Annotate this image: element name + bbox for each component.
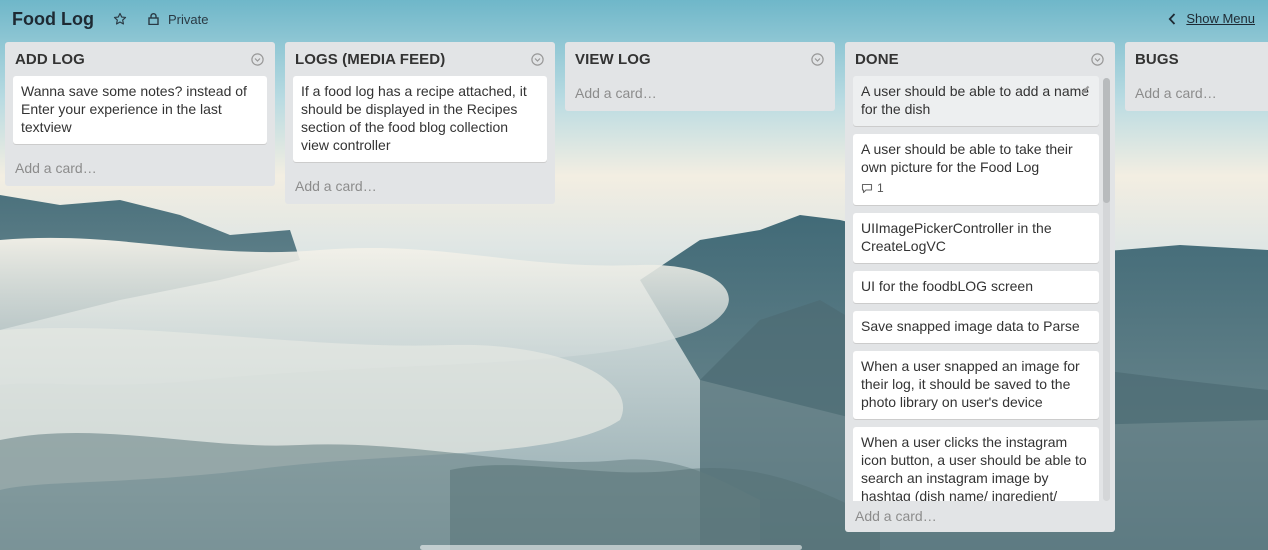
- card-text: If a food log has a recipe attached, it …: [301, 83, 527, 153]
- card-text: A user should be able to take their own …: [861, 141, 1073, 175]
- list-header: LOGS (MEDIA FEED): [285, 42, 555, 76]
- add-card-button[interactable]: Add a card…: [565, 76, 835, 111]
- card[interactable]: Save snapped image data to Parse: [853, 311, 1099, 343]
- card-text: UIImagePickerController in the CreateLog…: [861, 220, 1052, 254]
- card-list: A user should be able to add a name for …: [845, 76, 1115, 501]
- scrollbar-thumb[interactable]: [1103, 78, 1110, 203]
- list-menu-icon[interactable]: [251, 53, 264, 66]
- card-text: Save snapped image data to Parse: [861, 318, 1080, 334]
- card-text: When a user snapped an image for their l…: [861, 358, 1080, 410]
- list-header: VIEW LOG: [565, 42, 835, 76]
- list-scrollbar[interactable]: [1103, 78, 1110, 501]
- list-title[interactable]: ADD LOG: [15, 51, 85, 68]
- card-list: If a food log has a recipe attached, it …: [285, 76, 555, 162]
- list-header: ADD LOG: [5, 42, 275, 76]
- list-title[interactable]: BUGS: [1135, 51, 1179, 68]
- list-menu-icon[interactable]: [1091, 53, 1104, 66]
- board-title[interactable]: Food Log: [12, 9, 94, 30]
- add-card-button[interactable]: Add a card…: [5, 152, 275, 186]
- card-text: A user should be able to add a name for …: [861, 83, 1090, 117]
- add-card-button[interactable]: Add a card…: [845, 501, 1115, 532]
- card[interactable]: Wanna save some notes? instead of Enter …: [13, 76, 267, 144]
- list-menu-icon[interactable]: [811, 53, 824, 66]
- list-menu-icon[interactable]: [531, 53, 544, 66]
- card[interactable]: A user should be able to add a name for …: [853, 76, 1099, 126]
- list-done: DONE A user should be able to add a name…: [845, 42, 1115, 532]
- card[interactable]: If a food log has a recipe attached, it …: [293, 76, 547, 162]
- add-card-button[interactable]: Add a card…: [1125, 76, 1268, 111]
- comment-badge: 1: [861, 179, 1091, 197]
- card-list: Wanna save some notes? instead of Enter …: [5, 76, 275, 144]
- comment-icon: [861, 183, 873, 194]
- star-icon[interactable]: [112, 11, 128, 27]
- privacy-label: Private: [167, 11, 209, 27]
- list-title[interactable]: LOGS (MEDIA FEED): [295, 51, 445, 68]
- card-text: UI for the foodbLOG screen: [861, 278, 1033, 294]
- card[interactable]: UIImagePickerController in the CreateLog…: [853, 213, 1099, 263]
- privacy-toggle[interactable]: Private: [148, 12, 208, 27]
- pencil-icon[interactable]: [1080, 84, 1091, 95]
- board-horizontal-scrollbar[interactable]: [420, 545, 802, 550]
- board-header: Food Log Private Show Menu: [0, 0, 1268, 38]
- list-add-log: ADD LOG Wanna save some notes? instead o…: [5, 42, 275, 186]
- list-header: BUGS: [1125, 42, 1268, 76]
- card-text: When a user clicks the instagram icon bu…: [861, 434, 1087, 501]
- list-title[interactable]: VIEW LOG: [575, 51, 651, 68]
- card[interactable]: A user should be able to take their own …: [853, 134, 1099, 205]
- list-header: DONE: [845, 42, 1115, 76]
- list-title[interactable]: DONE: [855, 51, 899, 68]
- card[interactable]: UI for the foodbLOG screen: [853, 271, 1099, 303]
- show-menu-button[interactable]: Show Menu: [1168, 11, 1255, 26]
- add-card-button[interactable]: Add a card…: [285, 170, 555, 204]
- list-view-log: VIEW LOG Add a card…: [565, 42, 835, 111]
- comment-count: 1: [877, 181, 884, 195]
- show-menu-label: Show Menu: [1186, 11, 1255, 26]
- list-bugs: BUGS Add a card…: [1125, 42, 1268, 111]
- card-text: Wanna save some notes? instead of Enter …: [21, 83, 247, 135]
- card[interactable]: When a user snapped an image for their l…: [853, 351, 1099, 419]
- chevron-left-icon: [1168, 12, 1178, 25]
- card[interactable]: When a user clicks the instagram icon bu…: [853, 427, 1099, 501]
- list-logs-media-feed: LOGS (MEDIA FEED) If a food log has a re…: [285, 42, 555, 204]
- lock-icon: [148, 13, 160, 25]
